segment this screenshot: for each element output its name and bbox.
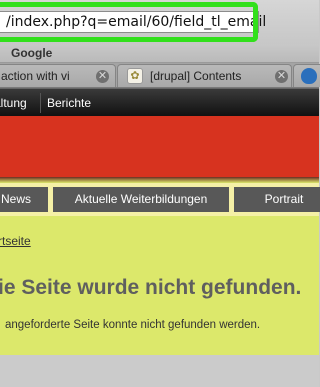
close-icon[interactable]: ✕ [275, 70, 288, 83]
footer-band [0, 355, 319, 387]
tab-drupal-contents[interactable]: ✿ [drupal] Contents ✕ [117, 64, 292, 87]
drupal-favicon-icon: ✿ [127, 68, 143, 84]
not-found-message: angeforderte Seite konnte nicht gefunden… [5, 319, 261, 331]
menu-item-weiterbildungen[interactable]: Aktuelle Weiterbildungen [53, 187, 229, 212]
tab-title: action with vi [1, 69, 70, 83]
web-page: altung Berichte News Aktuelle Weiterbild… [0, 88, 320, 387]
menu-item-portrait[interactable]: Portrait [234, 187, 320, 212]
primary-menu: News Aktuelle Weiterbildungen Portrait [0, 183, 320, 216]
bookmark-google[interactable]: Google [11, 46, 52, 60]
tab-bar: action with vi ✕ ✿ [drupal] Contents ✕ [0, 63, 320, 88]
bookmarks-bar: Google [0, 44, 319, 63]
tab-drupal[interactable] [293, 64, 320, 87]
tab-title: [drupal] Contents [150, 69, 242, 83]
close-icon[interactable]: ✕ [96, 70, 109, 83]
address-toolbar: /index.php?q=email/60/field_tl_email [0, 0, 319, 44]
address-highlight-box [0, 2, 258, 42]
admin-menu-item-verwaltung[interactable]: altung [0, 96, 27, 110]
site-header [0, 116, 319, 177]
page-title: ie Seite wurde nicht gefunden. [0, 276, 302, 299]
menu-item-news[interactable]: News [0, 187, 48, 212]
drupal-drop-icon [301, 68, 317, 84]
tab-action-with-vi[interactable]: action with vi ✕ [0, 64, 116, 87]
admin-menu-item-berichte[interactable]: Berichte [47, 96, 91, 110]
admin-menu-divider [40, 93, 41, 113]
admin-menu-bar: altung Berichte [0, 88, 319, 116]
breadcrumb-home-link[interactable]: rtseite [0, 234, 31, 248]
